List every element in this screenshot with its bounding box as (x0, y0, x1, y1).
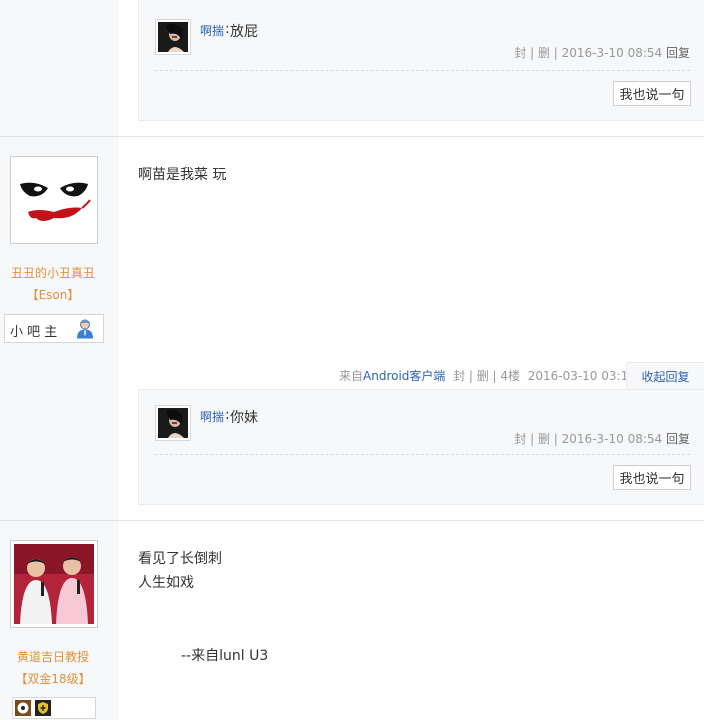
admin-actions[interactable]: 封 | 删 | (453, 369, 500, 383)
lzl-colon: : (225, 407, 230, 423)
post-signature: --来自lunl U3 (181, 648, 269, 664)
username-link[interactable]: 黄道吉日教授 (0, 648, 106, 665)
user-photo-icon (158, 22, 188, 52)
lzl-admin-actions[interactable]: 封 | 删 | (514, 46, 561, 60)
lzl-time: 2016-3-10 08:54 (561, 432, 663, 446)
lzl-reply-box: 啊揣 : 放屁 封 | 删 | 2016-3-10 08:54 回复 我也说一句 (138, 0, 704, 121)
lzl-colon: : (225, 21, 230, 37)
post-content-line: 看见了长倒刺 (138, 551, 222, 567)
lzl-reply-item: 啊揣 : 放屁 封 | 删 | 2016-3-10 08:54 回复 (155, 19, 690, 69)
role-label: 小 吧 主 (10, 325, 58, 340)
client-source-link[interactable]: Android客户端 (363, 369, 445, 383)
moderator-person-icon (77, 319, 93, 339)
collapse-replies-button[interactable]: 收起回复 (626, 362, 704, 389)
shield-icon[interactable] (35, 700, 51, 716)
lzl-reply-link[interactable]: 回复 (666, 46, 690, 60)
joker-face-icon (14, 160, 94, 240)
post-content: 啊苗是我菜 玩 (138, 167, 227, 183)
avatar[interactable] (10, 540, 98, 628)
post-meta: 来自Android客户端 封 | 删 | 4楼 2016-03-10 03:16 (339, 367, 636, 384)
divider (0, 136, 704, 137)
avatar[interactable] (155, 405, 191, 441)
soccer-ball-icon[interactable] (15, 700, 31, 716)
lzl-meta: 封 | 删 | 2016-3-10 08:54 回复 (514, 44, 690, 61)
say-something-button[interactable]: 我也说一句 (613, 465, 691, 490)
divider (155, 70, 690, 71)
lzl-reply-text: 你妹 (230, 410, 258, 426)
username-link[interactable]: 丑丑的小丑真丑 (0, 264, 106, 281)
lzl-reply-link[interactable]: 回复 (666, 432, 690, 446)
post-time: 2016-03-10 03:16 (527, 369, 636, 383)
user-title-badge: 【Eson】 (26, 288, 80, 302)
lzl-admin-actions[interactable]: 封 | 删 | (514, 432, 561, 446)
floor-number: 4楼 (500, 369, 521, 383)
post-content-line: 人生如戏 (138, 575, 194, 591)
avatar[interactable] (10, 156, 98, 244)
avatar[interactable] (155, 19, 191, 55)
say-something-button[interactable]: 我也说一句 (613, 81, 691, 106)
lzl-reply-item: 啊揣 : 你妹 封 | 删 | 2016-3-10 08:54 回复 (155, 405, 690, 455)
lzl-username-link[interactable]: 啊揣 (200, 22, 224, 39)
user-title-badge: 【双金18级】 (15, 672, 91, 686)
user-photo-icon (14, 544, 94, 624)
role-badge: 小 吧 主 (4, 314, 104, 343)
user-photo-icon (158, 408, 188, 438)
badge-row (12, 697, 96, 719)
lzl-username-link[interactable]: 啊揣 (200, 408, 224, 425)
divider (155, 454, 690, 455)
lzl-time: 2016-3-10 08:54 (561, 46, 663, 60)
lzl-meta: 封 | 删 | 2016-3-10 08:54 回复 (514, 430, 690, 447)
lzl-reply-box: 啊揣 : 你妹 封 | 删 | 2016-3-10 08:54 回复 我也说一句 (138, 389, 704, 505)
from-prefix: 来自 (339, 369, 364, 383)
divider (0, 520, 704, 521)
lzl-reply-text: 放屁 (230, 24, 258, 40)
